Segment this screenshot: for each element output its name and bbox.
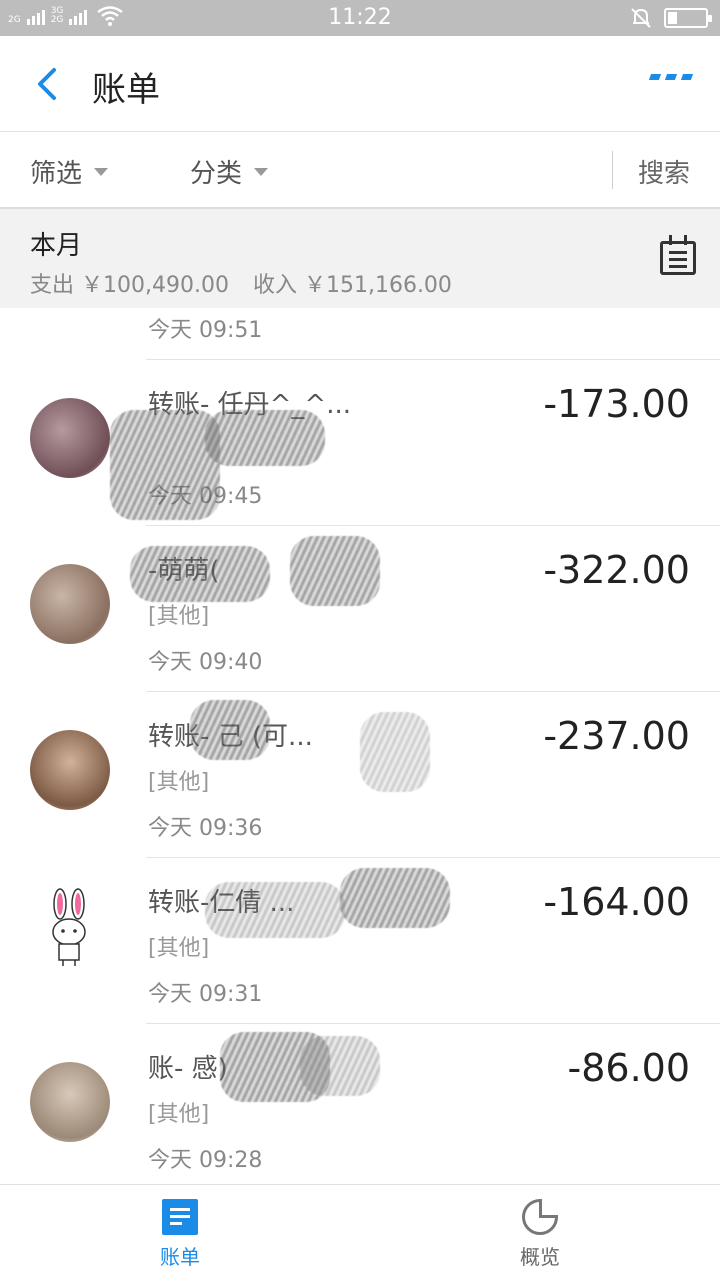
- filter-label: 筛选: [30, 159, 83, 189]
- filter-bar: 筛选 分类 搜索: [0, 133, 720, 209]
- tab-overview-label: 概览: [520, 1245, 560, 1269]
- transaction-time: 今天 09:31: [148, 982, 263, 1007]
- list-item[interactable]: 转账- 己 (可... [其他] 今天 09:36 -237.00: [0, 692, 720, 858]
- expense-total: 支出 ￥100,490.00: [30, 273, 229, 298]
- transaction-time: 今天 09:40: [148, 650, 263, 675]
- pie-chart-icon: [522, 1199, 558, 1235]
- divider: [612, 151, 613, 189]
- redaction: [190, 700, 270, 760]
- bill-list-icon: [162, 1199, 198, 1235]
- transaction-amount: -86.00: [567, 1046, 691, 1090]
- transaction-category: [其他]: [148, 1102, 210, 1127]
- list-item[interactable]: -萌萌( [其他] 今天 09:40 -322.00: [0, 526, 720, 692]
- list-item[interactable]: 转账-仁倩 ... [其他] 今天 09:31 -164.00: [0, 858, 720, 1024]
- transaction-list: 今天 09:51 转账- 任丹^_^... 今天 09:45 -173.00 -…: [0, 308, 720, 1184]
- mute-bell-icon: [631, 8, 651, 28]
- income-total: 收入 ￥151,166.00: [252, 273, 452, 298]
- list-item[interactable]: 转账- 任丹^_^... 今天 09:45 -173.00: [0, 360, 720, 526]
- redaction: [130, 546, 270, 602]
- caret-down-icon: [94, 167, 109, 176]
- transaction-category: [其他]: [148, 770, 210, 795]
- transaction-category: [其他]: [148, 936, 210, 961]
- list-item[interactable]: 账- 感) [其他] 今天 09:28 -86.00: [0, 1024, 720, 1184]
- list-item[interactable]: 今天 09:51: [0, 308, 720, 360]
- category-dropdown[interactable]: 分类: [190, 153, 269, 190]
- redaction: [290, 536, 380, 606]
- transaction-time: 今天 09:36: [148, 816, 263, 841]
- month-summary: 本月 支出 ￥100,490.00 收入 ￥151,166.00: [0, 209, 720, 308]
- caret-down-icon: [254, 167, 269, 176]
- more-dots-icon[interactable]: [648, 74, 694, 80]
- transaction-amount: -237.00: [543, 714, 690, 758]
- calendar-icon[interactable]: [660, 235, 696, 275]
- clock: 11:22: [328, 5, 392, 30]
- rabbit-avatar-icon: [52, 888, 86, 966]
- redaction: [340, 868, 450, 928]
- tab-bill[interactable]: 账单: [120, 1197, 240, 1270]
- battery-icon: [664, 8, 712, 28]
- avatar: [30, 1062, 110, 1142]
- bottom-nav: 账单 概览: [0, 1184, 720, 1280]
- transaction-category: [其他]: [148, 604, 210, 629]
- transaction-amount: -164.00: [543, 880, 690, 924]
- redaction: [110, 410, 220, 520]
- avatar: [30, 564, 110, 644]
- avatar: [30, 398, 110, 478]
- redaction: [205, 410, 325, 466]
- category-label: 分类: [190, 159, 243, 189]
- status-bar: 2G 3G 2G 11:22: [0, 0, 720, 36]
- filter-dropdown[interactable]: 筛选: [30, 153, 109, 190]
- transaction-amount: -173.00: [543, 382, 690, 426]
- redaction: [205, 882, 345, 938]
- month-title: 本月: [30, 231, 83, 261]
- search-button[interactable]: 搜索: [638, 153, 690, 190]
- transaction-time: 今天 09:28: [148, 1148, 263, 1173]
- transaction-time: 今天 09:51: [148, 318, 263, 343]
- tab-overview[interactable]: 概览: [480, 1197, 600, 1270]
- transaction-amount: -322.00: [543, 548, 690, 592]
- avatar: [30, 730, 110, 810]
- back-chevron-icon[interactable]: [28, 64, 68, 104]
- tab-bill-label: 账单: [160, 1245, 200, 1269]
- redaction: [360, 712, 430, 792]
- redaction: [300, 1036, 380, 1096]
- app-header: 账单: [0, 36, 720, 132]
- page-title: 账单: [92, 70, 160, 110]
